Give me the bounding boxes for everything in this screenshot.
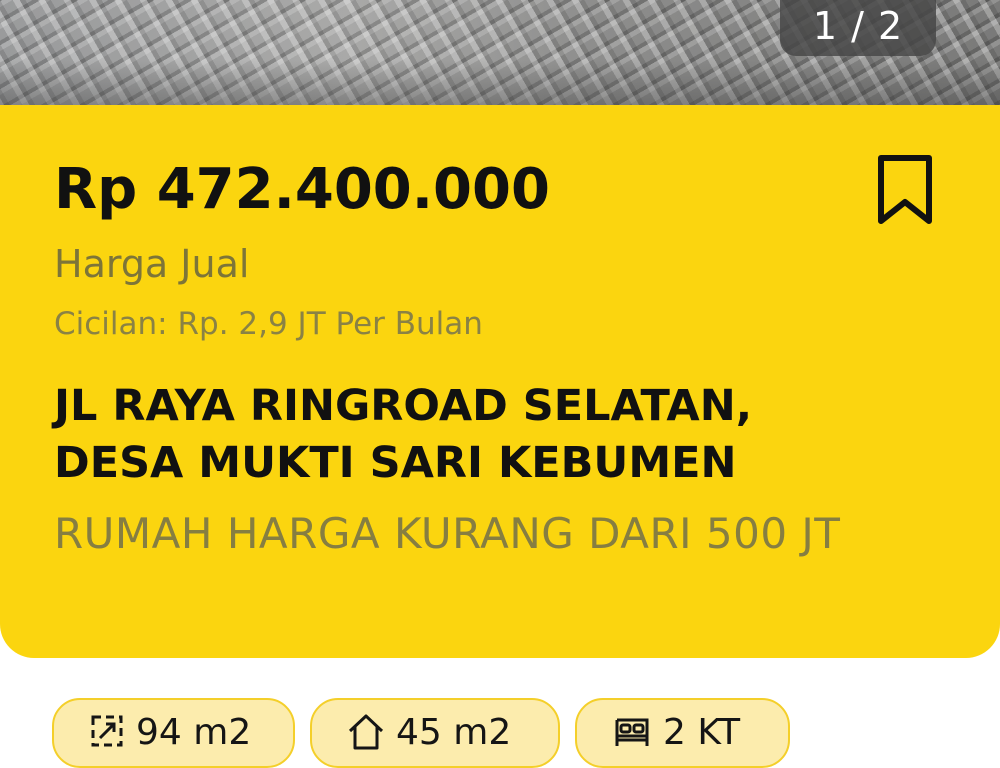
price-label: Harga Jual — [54, 242, 250, 286]
listing-category: RUMAH HARGA KURANG DARI 500 JT — [54, 509, 841, 558]
bookmark-icon[interactable] — [876, 154, 934, 226]
listing-address: JL RAYA RINGROAD SELATAN, DESA MUKTI SAR… — [54, 378, 954, 492]
address-line-2: DESA MUKTI SARI KEBUMEN — [54, 438, 737, 488]
spec-land-area-value: 94 m2 — [136, 712, 252, 753]
photo-counter: 1 / 2 — [780, 0, 936, 56]
spec-bedrooms: 2 KT — [575, 698, 790, 768]
spec-land-area: 94 m2 — [52, 698, 295, 768]
house-icon — [348, 714, 384, 750]
spec-building-area: 45 m2 — [310, 698, 560, 768]
bed-icon — [615, 718, 649, 746]
spec-bedrooms-value: 2 KT — [663, 712, 741, 753]
photo-shade — [0, 60, 1000, 110]
spec-building-area-value: 45 m2 — [396, 712, 512, 753]
listing-price: Rp 472.400.000 — [54, 157, 550, 222]
installment-info: Cicilan: Rp. 2,9 JT Per Bulan — [54, 306, 483, 342]
address-line-1: JL RAYA RINGROAD SELATAN, — [54, 381, 753, 431]
property-photo[interactable]: 1 / 2 — [0, 0, 1000, 110]
land-area-icon — [91, 715, 123, 747]
